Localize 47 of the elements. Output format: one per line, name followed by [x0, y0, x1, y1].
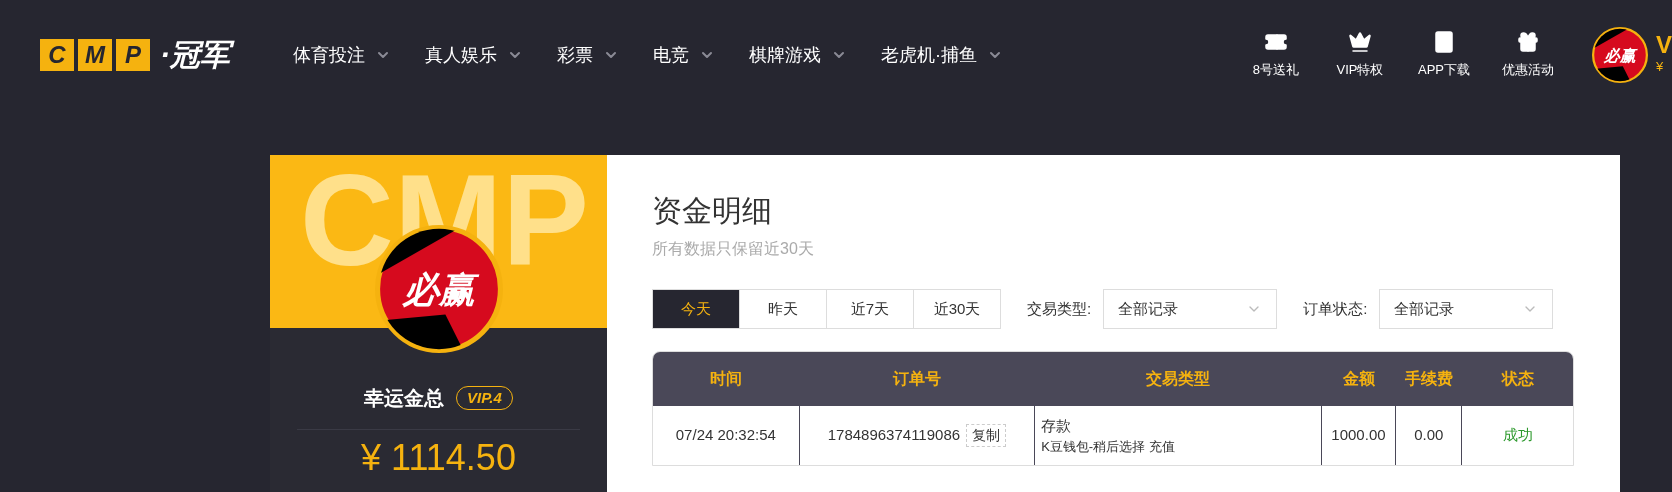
column-header: 状态 [1500, 368, 1535, 389]
filter-dropdown[interactable]: 全部记录 [1103, 289, 1278, 329]
transaction-detail: K豆钱包-稍后选择 充值 [1041, 438, 1176, 456]
transaction-type: 存款 [1041, 415, 1073, 436]
nav-menu-item[interactable]: 体育投注 [293, 41, 391, 69]
quick-link[interactable]: 优惠活动 [1486, 30, 1570, 80]
logo-letter: P [116, 39, 150, 71]
crown-icon [1348, 30, 1372, 55]
avatar-logo-text: 必赢 [1604, 46, 1636, 64]
table-cell-text: 07/24 20:32:54 [675, 425, 776, 446]
nav-menu-item[interactable]: 棋牌游戏 [749, 41, 847, 69]
user-name: 幸运金总 [364, 386, 445, 411]
filter-dropdown[interactable]: 全部记录 [1379, 289, 1554, 329]
gift-icon [1516, 30, 1540, 55]
logo[interactable]: C M P ·冠军 [40, 36, 238, 74]
column-header: 时间 [709, 368, 744, 389]
table-cell-text: 1784896374119086 [827, 425, 961, 446]
date-range-tab[interactable]: 近7天 [826, 289, 914, 329]
quick-link[interactable]: APP下载 [1402, 30, 1486, 80]
date-range-tab[interactable]: 昨天 [739, 289, 827, 329]
nav-menu-item[interactable]: 电竞 [653, 41, 715, 69]
column-header: 手续费 [1404, 368, 1455, 389]
quick-link[interactable]: 8号送礼 [1234, 30, 1318, 80]
column-header: 交易类型 [1145, 368, 1212, 389]
date-range-tab[interactable]: 今天 [652, 289, 740, 329]
page-subtitle: 所有数据只保留近30天 [652, 239, 815, 259]
filter-label: 订单状态: [1303, 298, 1368, 319]
logo-letter: M [78, 39, 112, 71]
tablet-icon [1432, 30, 1456, 55]
column-header: 订单号 [891, 368, 943, 389]
user-name: V [1656, 33, 1672, 58]
quick-link[interactable]: VIP特权 [1318, 30, 1402, 80]
nav-menu-item[interactable]: 真人娱乐 [425, 41, 523, 69]
copy-button[interactable]: 复制 [966, 424, 1007, 447]
table-cell-text: 0.00 [1414, 425, 1444, 446]
column-header: 金额 [1341, 368, 1376, 389]
balance-amount: ¥ 1114.50 [361, 440, 516, 476]
date-range-tab[interactable]: 近30天 [913, 289, 1001, 329]
nav-menu-item[interactable]: 老虎机·捕鱼 [881, 41, 1003, 69]
filter-label: 交易类型: [1027, 298, 1092, 319]
logo-text: ·冠军 [160, 36, 238, 74]
status-text: 成功 [1502, 425, 1533, 446]
user-balance: ¥ [1656, 58, 1665, 77]
nav-menu-item[interactable]: 彩票 [557, 41, 619, 69]
logo-letter: C [40, 39, 74, 71]
page-title: 资金明细 [652, 193, 773, 229]
table-cell-text: 1000.00 [1331, 425, 1386, 446]
